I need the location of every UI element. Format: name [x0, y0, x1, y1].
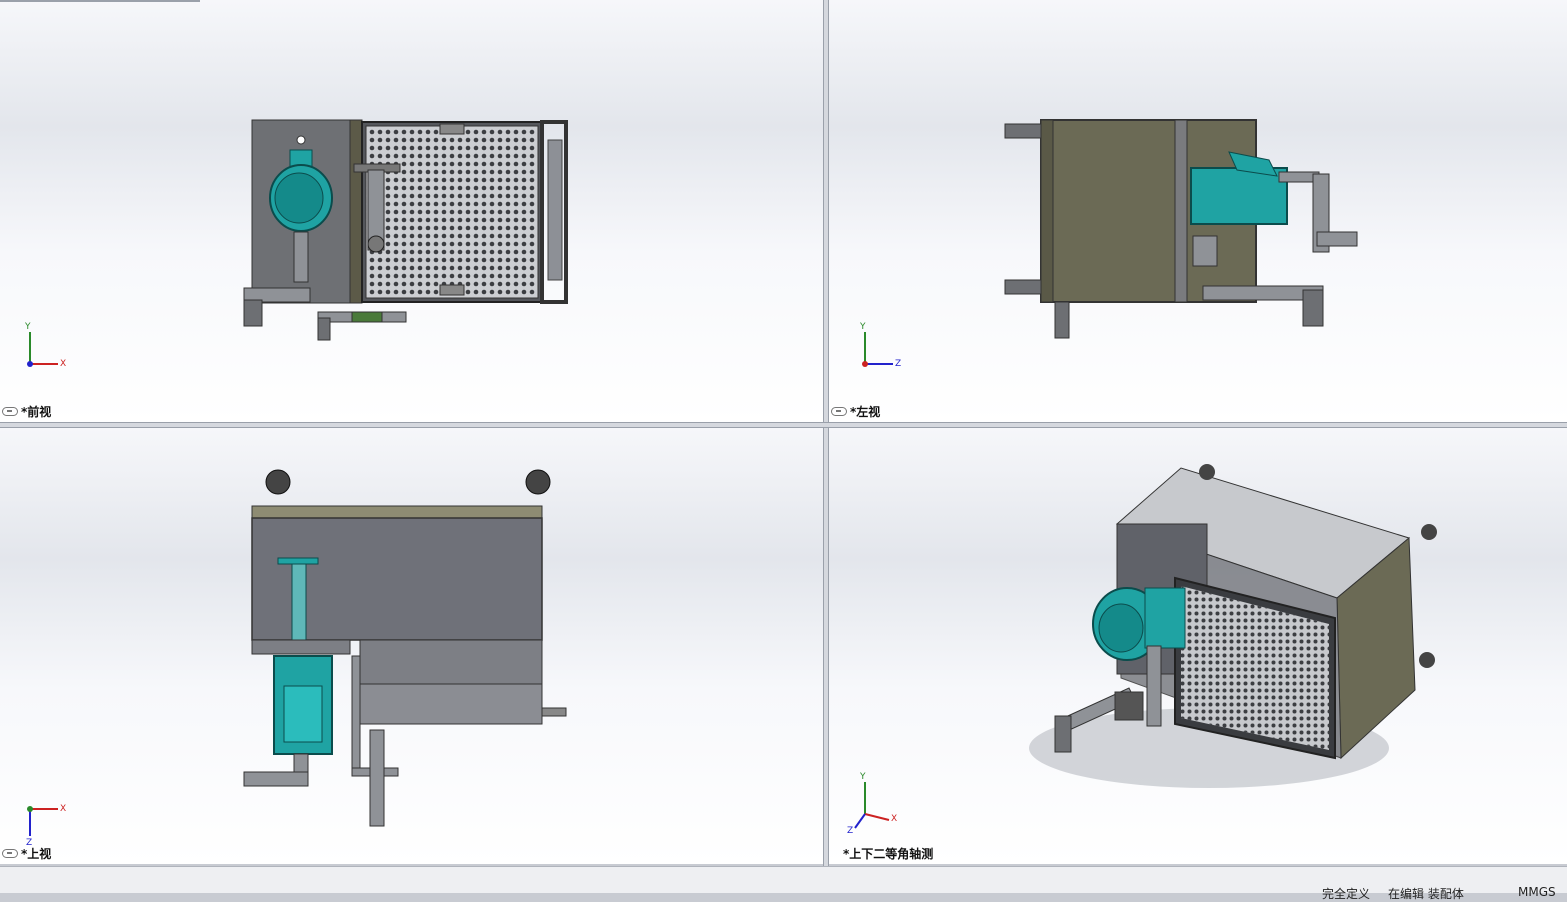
axis-label-x: X: [60, 359, 67, 369]
view-label-front[interactable]: *前视: [2, 403, 51, 420]
axis-label-x: X: [891, 814, 898, 824]
axis-triad-left: [862, 332, 893, 367]
status-bar: 完全定义 在编辑 装配体 MMGS: [0, 866, 1567, 901]
view-label-text: *上下二等角轴测: [843, 847, 934, 861]
viewport-splitter-vertical[interactable]: [823, 0, 829, 866]
axis-label-y: Y: [860, 322, 866, 332]
view-label-left[interactable]: *左视: [831, 403, 880, 420]
axis-label-y: Y: [860, 772, 866, 782]
axis-triad-iso: [854, 782, 890, 829]
link-icon: [831, 407, 847, 416]
view-label-iso[interactable]: *上下二等角轴测: [843, 845, 933, 862]
status-units[interactable]: MMGS: [1518, 885, 1556, 899]
viewport-top[interactable]: X Z *上视: [0, 428, 823, 864]
view-label-text: *左视: [850, 405, 881, 419]
status-definition: 完全定义: [1322, 887, 1371, 901]
view-label-top[interactable]: *上视: [2, 845, 51, 862]
axis-triad-front: [27, 332, 58, 367]
viewport-iso[interactable]: Y X Z *上下二等角轴测: [829, 428, 1567, 864]
view-label-text: *上视: [21, 847, 52, 861]
viewport-front[interactable]: Y X *前视: [0, 0, 823, 422]
viewport-splitter-horizontal[interactable]: [0, 422, 1567, 428]
axis-triad-top: [27, 806, 58, 836]
view-label-text: *前视: [21, 405, 52, 419]
link-icon: [2, 407, 18, 416]
axis-label-x: X: [60, 804, 67, 814]
axis-label-z: Z: [847, 826, 854, 836]
axis-label-z: Z: [895, 359, 902, 369]
status-editing: 在编辑 装配体: [1388, 887, 1464, 901]
axis-label-y: Y: [25, 322, 31, 332]
viewport-left[interactable]: Y Z *左视: [829, 0, 1567, 422]
link-icon: [2, 849, 18, 858]
